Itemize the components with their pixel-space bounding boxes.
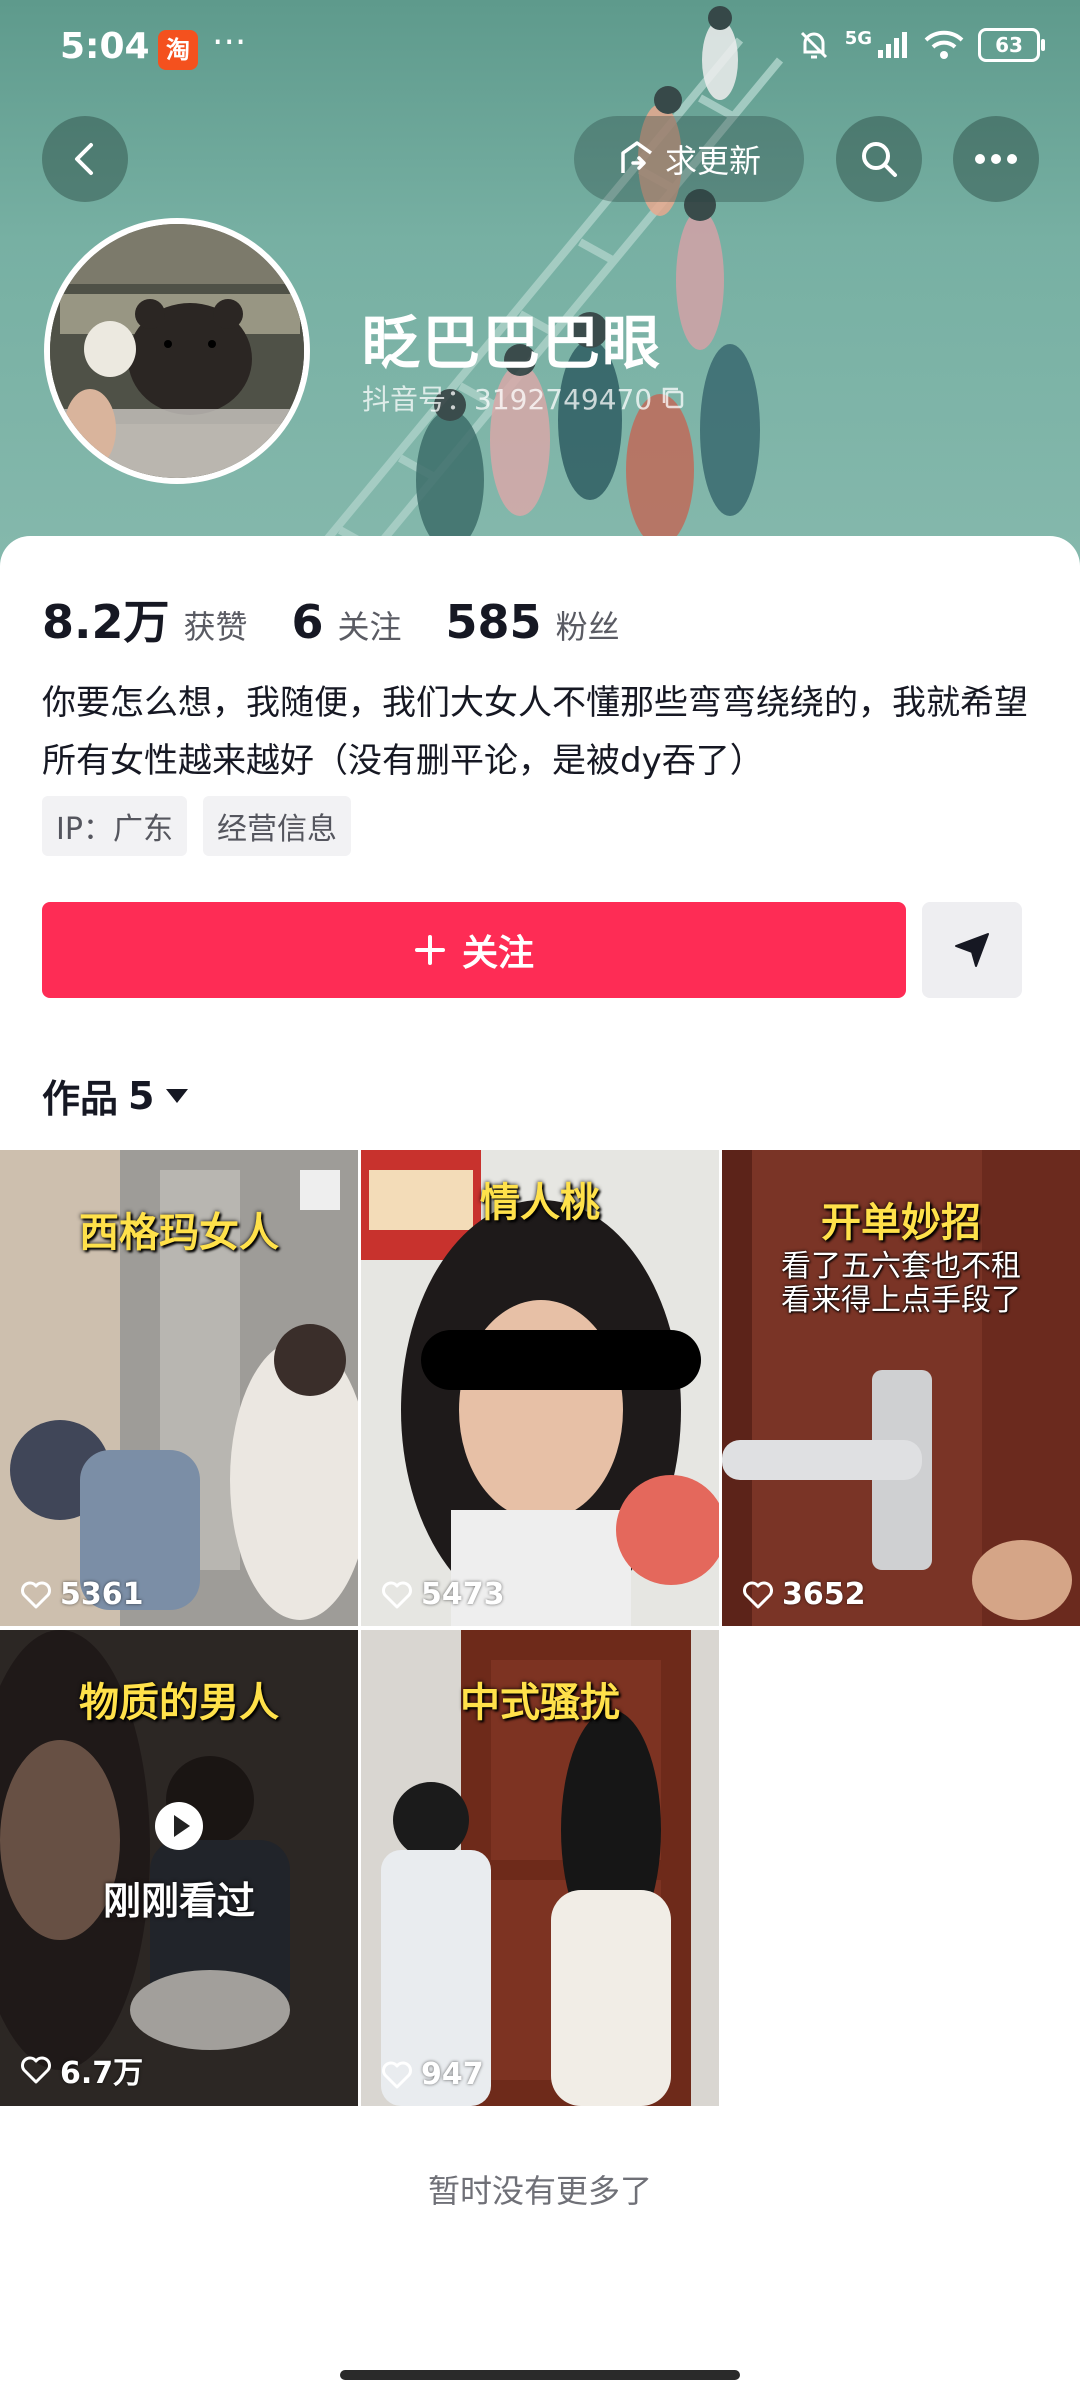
video-likes: 5473 [381,1577,505,1612]
battery-icon: 63 [978,28,1045,62]
profile-id-text: 抖音号：3192749470 [362,383,653,416]
home-indicator[interactable] [340,2370,740,2380]
video-title: 情人桃 [480,1180,600,1226]
video-likes-count: 3652 [782,1577,866,1612]
video-tile[interactable]: 物质的男人 刚刚看过 6.7万 [0,1630,358,2106]
dropdown-triangle-icon [166,1088,189,1103]
likes-count: 8.2万 [42,595,170,649]
following-count[interactable]: 6 [292,595,324,649]
status-indicators: 5G 63 [797,27,1045,62]
following-label[interactable]: 关注 [338,602,402,648]
video-caption-line: 看来得上点手段了 [781,1283,1021,1318]
heart-outline-icon [743,1581,773,1608]
profile-bio: 你要怎么想，我随便，我们大女人不懂那些弯弯绕绕的，我就希望所有女性越来越好（没有… [42,683,1028,781]
status-time: 5:04 [60,26,150,67]
more-notifications-icon: ··· [212,22,247,63]
video-title: 开单妙招 [821,1200,981,1246]
video-likes: 6.7万 [20,2048,143,2092]
more-options-button[interactable] [953,116,1039,202]
business-info-tag[interactable]: 经营信息 [202,796,351,856]
no-more-content-text: 暂时没有更多了 [427,2172,652,2210]
wifi-icon [924,30,964,59]
back-arrow-icon [75,143,93,175]
video-title: 物质的男人 [79,1680,279,1726]
cellular-signal-icon [878,32,907,58]
video-likes: 5361 [20,1577,144,1612]
play-circle-icon [155,1802,203,1850]
follow-label: 关注 [461,933,534,974]
video-likes-count: 6.7万 [60,2056,144,2091]
works-tab[interactable]: 作品 5 [42,1068,190,1123]
follow-button[interactable]: 关注 [42,902,906,998]
heart-outline-icon [21,1581,51,1608]
video-caption-line: 看了五六套也不租 [781,1249,1021,1284]
recently-watched-label: 刚刚看过 [102,1879,255,1923]
profile-header: 5:04 淘 ··· 5G 63 求更新 眨巴巴巴眼 抖音号：319274947… [0,0,1080,600]
video-title: 西格玛女人 [79,1210,279,1256]
video-likes-count: 947 [421,2057,484,2092]
request-update-label: 求更新 [664,142,761,180]
profile-tags: IP：广东 经营信息 [42,796,351,856]
search-button[interactable] [836,116,922,202]
hamster-photo [50,224,304,478]
video-tile[interactable]: 西格玛女人 5361 [0,1150,358,1626]
video-title: 中式骚扰 [460,1680,620,1726]
search-icon [862,142,897,177]
back-button[interactable] [42,116,128,202]
profile-id: 抖音号：3192749470 [362,378,686,418]
status-bar: 5:04 淘 ··· 5G 63 [0,0,1080,100]
heart-outline-icon [382,2061,412,2088]
update-request-icon [621,141,653,173]
mute-bell-icon [800,31,827,59]
likes-label: 获赞 [183,608,248,646]
video-tile[interactable]: 中式骚扰 947 [361,1630,719,2106]
request-update-button[interactable]: 求更新 [574,116,804,202]
video-tile[interactable]: 开单妙招 看了五六套也不租 看来得上点手段了 3652 [722,1150,1080,1626]
avatar[interactable] [44,218,310,484]
message-button[interactable] [922,902,1022,998]
profile-name: 眨巴巴巴眼 [362,309,663,377]
video-likes-count: 5361 [60,1577,144,1612]
taobao-notification-icon: 淘 [158,30,198,70]
followers-label[interactable]: 粉丝 [556,602,620,648]
ip-location-tag: IP：广东 [42,796,187,856]
video-likes: 947 [381,2057,484,2092]
plus-icon [414,935,445,965]
heart-outline-icon [21,2056,51,2084]
heart-outline-icon [382,1581,412,1608]
copy-icon[interactable] [660,385,686,411]
recently-watched-overlay: 刚刚看过 [0,1800,358,1925]
more-dots-icon [975,154,1017,164]
send-arrow-icon [955,933,989,967]
video-likes: 3652 [742,1577,866,1612]
signal-type: 5G [844,27,872,49]
works-title-label: 作品 [42,1077,119,1121]
video-tile[interactable]: 情人桃 5473 [361,1150,719,1626]
followers-count[interactable]: 585 [446,595,542,649]
works-count: 5 [128,1073,155,1118]
profile-stats: 8.2万 获赞 6 关注 585 粉丝 [42,586,664,652]
video-likes-count: 5473 [421,1577,505,1612]
